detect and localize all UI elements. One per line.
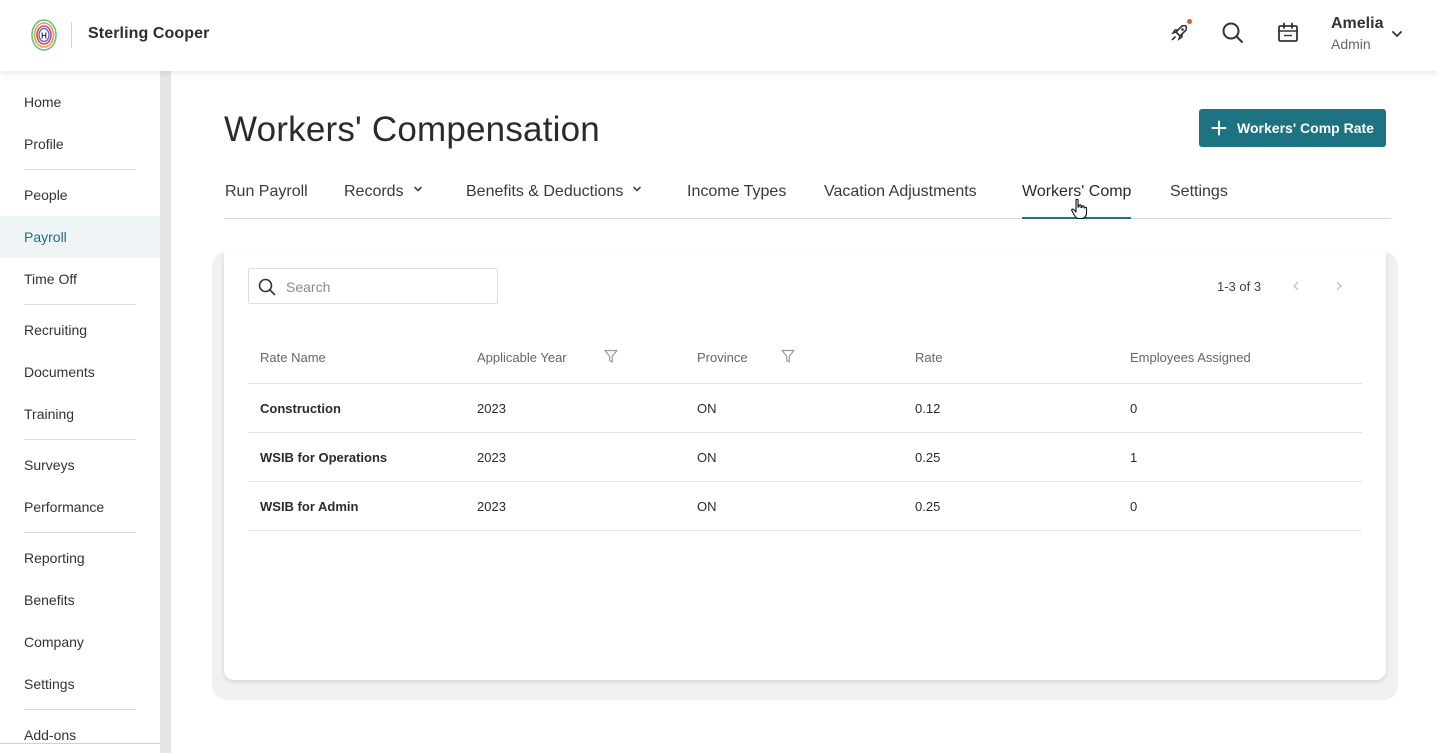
tab-label: Run Payroll xyxy=(225,183,308,200)
filter-icon[interactable] xyxy=(780,348,796,364)
plus-icon xyxy=(1211,120,1227,136)
search-icon[interactable] xyxy=(1220,20,1246,46)
applicable-year-cell: 2023 xyxy=(477,401,506,416)
employees-assigned-cell: 0 xyxy=(1130,499,1138,514)
column-header-applicable-year[interactable]: Applicable Year xyxy=(477,350,567,365)
table-row[interactable]: WSIB for Admin 2023 ON 0.25 0 xyxy=(248,482,1362,531)
tab-vacation-adjustments[interactable]: Vacation Adjustments xyxy=(824,183,977,219)
sidebar-item-add-ons[interactable]: Add-ons xyxy=(0,714,160,753)
tab-run-payroll[interactable]: Run Payroll xyxy=(225,183,308,219)
company-name[interactable]: Sterling Cooper xyxy=(88,25,210,43)
sidebar-item-home[interactable]: Home xyxy=(0,81,160,123)
employees-assigned-cell: 1 xyxy=(1130,450,1138,465)
sidebar-item-people[interactable]: People xyxy=(0,174,160,216)
province-cell: ON xyxy=(697,401,717,416)
chevron-right-icon[interactable] xyxy=(1333,280,1345,292)
user-role: Admin xyxy=(1331,36,1371,52)
rate-name-cell[interactable]: Construction xyxy=(260,401,341,416)
page-title: Workers' Compensation xyxy=(224,110,600,149)
chevron-down-icon[interactable] xyxy=(1390,27,1404,41)
rates-table: Rate Name Applicable Year Province Rate … xyxy=(248,334,1362,531)
table-row[interactable]: WSIB for Operations 2023 ON 0.25 1 xyxy=(248,433,1362,482)
pagination-range: 1-3 of 3 xyxy=(1217,279,1262,294)
column-header-rate[interactable]: Rate xyxy=(915,350,942,365)
top-bar: H Sterling Cooper Amelia Admin xyxy=(0,0,1438,71)
rate-cell: 0.25 xyxy=(915,499,941,514)
sidebar-divider xyxy=(24,439,136,440)
column-header-employees-assigned[interactable]: Employees Assigned xyxy=(1130,350,1251,365)
payroll-tabs: Run Payroll Records Benefits & Deduction… xyxy=(224,172,1391,219)
sidebar-item-reporting[interactable]: Reporting xyxy=(0,537,160,579)
tab-label: Income Types xyxy=(687,183,787,200)
sidebar-item-payroll[interactable]: Payroll xyxy=(0,216,160,258)
tab-label: Benefits & Deductions xyxy=(466,183,624,200)
rate-name-cell[interactable]: WSIB for Operations xyxy=(260,450,387,465)
tab-records[interactable]: Records xyxy=(344,183,424,219)
tab-income-types[interactable]: Income Types xyxy=(687,183,786,219)
sidebar-item-benefits[interactable]: Benefits xyxy=(0,579,160,621)
logo-icon[interactable]: H xyxy=(30,18,58,52)
sidebar-divider xyxy=(24,709,136,710)
chevron-down-icon xyxy=(413,186,422,192)
calendar-icon[interactable] xyxy=(1275,20,1301,46)
tab-label: Settings xyxy=(1170,183,1228,200)
svg-text:H: H xyxy=(41,32,47,41)
brand-divider xyxy=(71,22,72,48)
tab-label: Records xyxy=(344,183,404,200)
sidebar-item-profile[interactable]: Profile xyxy=(0,123,160,165)
search-input[interactable] xyxy=(286,275,486,299)
filter-icon[interactable] xyxy=(603,348,619,364)
user-name: Amelia xyxy=(1331,15,1384,32)
add-button-label: Workers' Comp Rate xyxy=(1237,120,1374,136)
workers-comp-table-card: 1-3 of 3 Rate Name Applicable Year Provi… xyxy=(224,252,1386,680)
column-header-province[interactable]: Province xyxy=(697,350,748,365)
province-cell: ON xyxy=(697,450,717,465)
sidebar-item-time-off[interactable]: Time Off xyxy=(0,258,160,300)
province-cell: ON xyxy=(697,499,717,514)
add-workers-comp-rate-button[interactable]: Workers' Comp Rate xyxy=(1199,109,1386,147)
tab-benefits-deductions[interactable]: Benefits & Deductions xyxy=(466,183,643,219)
hand-cursor-icon xyxy=(1071,198,1088,220)
rate-cell: 0.12 xyxy=(915,401,941,416)
rate-name-cell[interactable]: WSIB for Admin xyxy=(260,499,358,514)
sidebar-scrollbar[interactable] xyxy=(160,71,171,753)
user-menu[interactable]: Amelia Admin xyxy=(1331,15,1383,52)
tab-settings[interactable]: Settings xyxy=(1170,183,1228,219)
sidebar-item-performance[interactable]: Performance xyxy=(0,486,160,528)
rate-cell: 0.25 xyxy=(915,450,941,465)
sidebar-divider xyxy=(24,304,136,305)
sidebar-item-recruiting[interactable]: Recruiting xyxy=(0,309,160,351)
sidebar-item-training[interactable]: Training xyxy=(0,393,160,435)
sidebar-item-settings[interactable]: Settings xyxy=(0,663,160,705)
chevron-down-icon xyxy=(633,186,642,192)
table-header: Rate Name Applicable Year Province Rate … xyxy=(248,334,1362,384)
column-header-rate-name[interactable]: Rate Name xyxy=(260,350,326,365)
sidebar-divider xyxy=(24,532,136,533)
employees-assigned-cell: 0 xyxy=(1130,401,1138,416)
search-icon xyxy=(258,278,276,296)
applicable-year-cell: 2023 xyxy=(477,499,506,514)
sidebar-item-company[interactable]: Company xyxy=(0,621,160,663)
tab-label: Vacation Adjustments xyxy=(824,183,977,200)
table-row[interactable]: Construction 2023 ON 0.12 0 xyxy=(248,384,1362,433)
chevron-left-icon[interactable] xyxy=(1290,280,1302,292)
notification-dot xyxy=(1187,19,1192,24)
applicable-year-cell: 2023 xyxy=(477,450,506,465)
search-field[interactable] xyxy=(248,268,498,304)
sidebar-bottom-divider xyxy=(0,743,160,744)
sidebar-item-surveys[interactable]: Surveys xyxy=(0,444,160,486)
sidebar-divider xyxy=(24,169,136,170)
sidebar-item-documents[interactable]: Documents xyxy=(0,351,160,393)
